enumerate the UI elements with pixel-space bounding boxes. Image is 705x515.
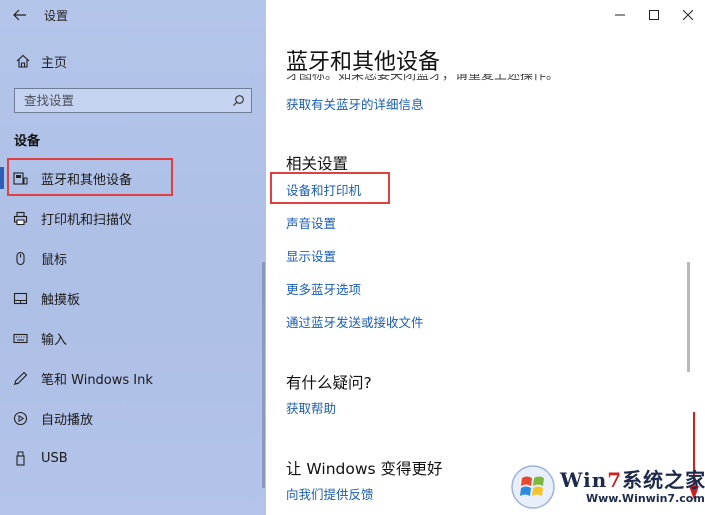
watermark-brand-prefix: Win [560,468,608,492]
questions-heading: 有什么疑问? [286,374,372,392]
search-input[interactable] [24,93,224,108]
home-label: 主页 [41,55,68,71]
improve-windows-heading: 让 Windows 变得更好 [286,460,443,478]
search-box[interactable] [14,88,252,113]
sidebar-item-label: 触摸板 [41,292,81,308]
section-heading-devices: 设备 [14,134,41,149]
window-title: 设置 [44,9,69,23]
annotation-highlight-box [7,158,173,196]
sidebar-item-usb[interactable]: USB [0,438,266,478]
search-icon[interactable] [231,94,245,108]
windows-logo-icon [511,465,555,509]
mouse-icon [12,250,28,266]
watermark: Win7系统之家 Www.Winwin7.com [508,458,705,514]
sidebar-item-label: 打印机和扫描仪 [41,212,133,228]
maximize-button[interactable] [637,0,671,30]
close-icon [683,10,693,20]
selection-indicator [0,167,4,189]
window-controls [603,0,705,30]
scrolled-description-text: 牙图标。如果您要关闭蓝牙，请重复上述操作。 [286,74,586,84]
usb-icon [12,450,28,466]
sidebar-item-touchpad[interactable]: 触摸板 [0,278,266,318]
sidebar-scrollbar[interactable] [262,262,265,488]
sidebar-item-autoplay[interactable]: 自动播放 [0,398,266,438]
sidebar-item-label: 笔和 Windows Ink [41,372,153,388]
content-scrollbar[interactable] [687,262,690,372]
back-button[interactable] [10,6,30,24]
home-nav-item[interactable]: 主页 [0,48,266,74]
display-settings-link[interactable]: 显示设置 [286,246,336,265]
scrolled-description-line: 牙图标。如果您要关闭蓝牙，请重复上述操作。 [286,74,560,83]
sound-settings-link[interactable]: 声音设置 [286,213,336,232]
home-icon [14,52,32,70]
related-settings-heading: 相关设置 [286,155,349,173]
sidebar-item-label: USB [41,450,68,466]
watermark-brand-suffix: 系统之家 [622,468,705,492]
content-pane: 蓝牙和其他设备 牙图标。如果您要关闭蓝牙，请重复上述操作。 获取有关蓝牙的详细信… [266,0,705,515]
page-title: 蓝牙和其他设备 [286,50,441,75]
minimize-icon [615,14,625,16]
sidebar-item-pen[interactable]: 笔和 Windows Ink [0,358,266,398]
close-button[interactable] [671,0,705,30]
give-feedback-link[interactable]: 向我们提供反馈 [286,484,374,503]
sidebar-item-printers[interactable]: 打印机和扫描仪 [0,198,266,238]
autoplay-icon [12,410,28,426]
sidebar-item-label: 自动播放 [41,412,94,428]
nav-list: 蓝牙和其他设备 打印机和扫描仪 鼠标 触摸板 输入 笔和 Windows Ink… [0,158,266,478]
sidebar-item-mouse[interactable]: 鼠标 [0,238,266,278]
bluetooth-file-transfer-link[interactable]: 通过蓝牙发送或接收文件 [286,312,424,331]
minimize-button[interactable] [603,0,637,30]
get-help-link[interactable]: 获取帮助 [286,398,336,417]
watermark-brand-seven: 7 [607,468,623,492]
title-bar: 设置 [0,0,266,30]
pen-icon [12,370,28,386]
printer-icon [12,210,28,226]
sidebar: 设置 主页 设备 [0,0,266,515]
keyboard-icon [12,330,28,346]
touchpad-icon [12,290,28,306]
sidebar-item-typing[interactable]: 输入 [0,318,266,358]
back-arrow-icon [13,9,26,21]
sidebar-item-label: 输入 [41,332,68,348]
settings-window: 设置 主页 设备 [0,0,705,515]
watermark-url: Www.Winwin7.com [586,492,705,505]
maximize-icon [649,10,659,20]
annotation-highlight-box [270,172,390,204]
sidebar-item-bluetooth[interactable]: 蓝牙和其他设备 [0,158,266,198]
watermark-brand: Win7系统之家 [560,464,705,493]
more-bluetooth-options-link[interactable]: 更多蓝牙选项 [286,279,361,298]
sidebar-item-label: 鼠标 [41,252,68,268]
bluetooth-info-link[interactable]: 获取有关蓝牙的详细信息 [286,94,424,113]
